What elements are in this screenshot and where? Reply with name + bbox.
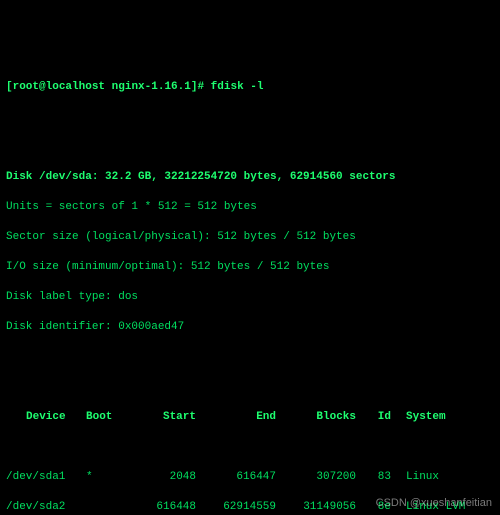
- col-blocks: Blocks: [276, 410, 356, 425]
- disk-io: I/O size (minimum/optimal): 512 bytes / …: [6, 260, 494, 275]
- col-start: Start: [126, 410, 196, 425]
- part-device: /dev/sda1: [6, 470, 86, 485]
- disk-label-type: Disk label type: dos: [6, 290, 494, 305]
- disk-sector: Sector size (logical/physical): 512 byte…: [6, 230, 494, 245]
- part-start: 2048: [126, 470, 196, 485]
- prompt-cwd: nginx-1.16.1: [112, 81, 191, 93]
- disk-header: Disk /dev/sda: 32.2 GB, 32212254720 byte…: [6, 170, 494, 185]
- watermark-text: CSDN @xueshanfeitian: [376, 496, 492, 511]
- col-device: Device: [26, 410, 86, 425]
- col-system: System: [406, 410, 446, 425]
- prompt-close: ]#: [191, 81, 211, 93]
- table-row: /dev/sda1*204861644730720083 Linux: [6, 470, 494, 485]
- blank-line: [6, 110, 494, 125]
- part-end: 616447: [196, 470, 276, 485]
- prompt-user-host: root@localhost: [13, 81, 105, 93]
- col-end: End: [196, 410, 276, 425]
- part-blocks: 31149056: [276, 500, 356, 515]
- command-text: fdisk -l: [211, 81, 264, 93]
- col-boot: Boot: [86, 410, 126, 425]
- part-boot: *: [86, 470, 126, 485]
- prompt-open: [: [6, 81, 13, 93]
- disk-units: Units = sectors of 1 * 512 = 512 bytes: [6, 200, 494, 215]
- part-end: 62914559: [196, 500, 276, 515]
- disk-identifier: Disk identifier: 0x000aed47: [6, 320, 494, 335]
- part-device: /dev/sda2: [6, 500, 86, 515]
- part-blocks: 307200: [276, 470, 356, 485]
- terminal-prompt-line[interactable]: [root@localhost nginx-1.16.1]# fdisk -l: [6, 80, 494, 95]
- partition-header: DeviceBootStartEndBlocksId System: [6, 410, 494, 425]
- part-system: Linux: [406, 470, 439, 485]
- part-start: 616448: [126, 500, 196, 515]
- part-id: 83: [356, 470, 391, 485]
- prompt-sep: [105, 81, 112, 93]
- col-id: Id: [356, 410, 391, 425]
- blank-line: [6, 350, 494, 365]
